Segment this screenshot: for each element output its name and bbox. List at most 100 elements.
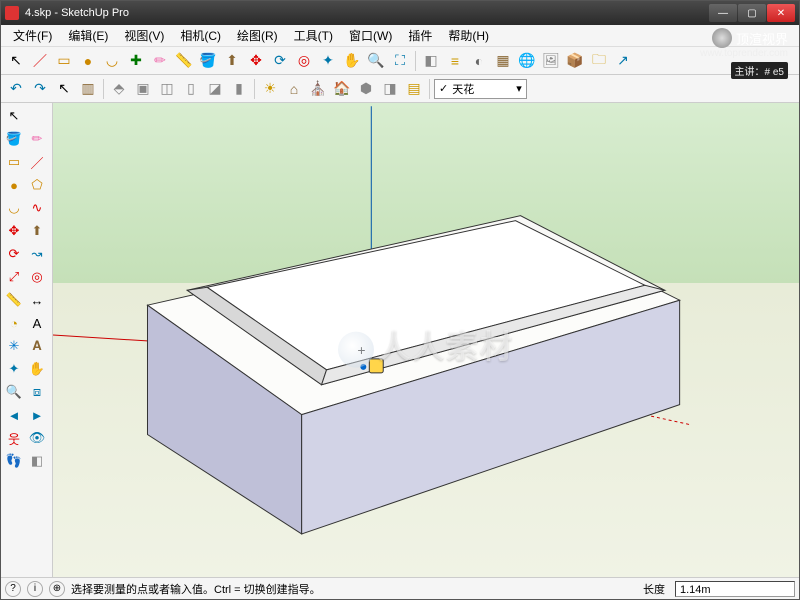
pushpull-icon[interactable]: ⬆ bbox=[221, 50, 243, 72]
sel2-icon[interactable]: ↖ bbox=[53, 78, 75, 100]
style3-icon[interactable]: 🏠 bbox=[331, 78, 353, 100]
style1-icon[interactable]: ⌂ bbox=[283, 78, 305, 100]
orbit-icon[interactable]: ✦ bbox=[3, 358, 25, 380]
axes-icon[interactable]: ✳ bbox=[3, 335, 25, 357]
move-icon[interactable]: ✥ bbox=[245, 50, 267, 72]
statusbar: ? i ⊕ 选择要测量的点或者输入值。Ctrl = 切换创建指导。 长度 1.1… bbox=[1, 577, 799, 599]
paint-icon[interactable]: 🪣 bbox=[3, 128, 25, 150]
style2-icon[interactable]: ⛪ bbox=[307, 78, 329, 100]
menu-item[interactable]: 窗口(W) bbox=[341, 27, 400, 44]
right-icon[interactable]: ▯ bbox=[180, 78, 202, 100]
circle-icon[interactable]: ● bbox=[77, 50, 99, 72]
arc-icon[interactable]: ◡ bbox=[3, 197, 25, 219]
watermark-presenter: 主讲：# e5 bbox=[731, 62, 788, 79]
layer-selector[interactable]: ✓▾ bbox=[434, 79, 527, 99]
eraser-icon[interactable]: ✏ bbox=[149, 50, 171, 72]
menu-item[interactable]: 视图(V) bbox=[116, 27, 172, 44]
rect-icon[interactable]: ▭ bbox=[53, 50, 75, 72]
shadow-icon[interactable]: ◐ bbox=[468, 50, 490, 72]
pan-icon[interactable]: ✋ bbox=[26, 358, 48, 380]
svg-text:+: + bbox=[357, 342, 365, 358]
3dtext-icon[interactable]: 𝐀 bbox=[26, 335, 48, 357]
box-icon[interactable]: 📦 bbox=[564, 50, 586, 72]
titlebar: 4.skp - SketchUp Pro — ▢ ✕ bbox=[1, 1, 799, 25]
zoom-icon[interactable]: 🔍 bbox=[365, 50, 387, 72]
export-icon[interactable]: ↗ bbox=[612, 50, 634, 72]
menu-item[interactable]: 绘图(R) bbox=[229, 27, 286, 44]
menu-item[interactable]: 相机(C) bbox=[172, 27, 229, 44]
measure-value[interactable]: 1.14m bbox=[675, 581, 795, 597]
protractor-icon[interactable]: ◔ bbox=[3, 312, 25, 334]
zoomwin-icon[interactable]: ⧈ bbox=[26, 381, 48, 403]
layer-input[interactable] bbox=[452, 83, 512, 95]
style6-icon[interactable]: ▤ bbox=[403, 78, 425, 100]
close-button[interactable]: ✕ bbox=[767, 4, 795, 22]
earth-icon[interactable]: 🌐 bbox=[516, 50, 538, 72]
redo-icon[interactable]: ↷ bbox=[29, 78, 51, 100]
line-icon[interactable]: ／ bbox=[29, 50, 51, 72]
style5-icon[interactable]: ◨ bbox=[379, 78, 401, 100]
next-icon[interactable]: ► bbox=[26, 404, 48, 426]
orbit-icon[interactable]: ✦ bbox=[317, 50, 339, 72]
menu-item[interactable]: 工具(T) bbox=[286, 27, 341, 44]
offset-icon[interactable]: ◎ bbox=[293, 50, 315, 72]
arc-icon[interactable]: ◡ bbox=[101, 50, 123, 72]
photo-icon[interactable]: 🖼 bbox=[540, 50, 562, 72]
top-icon[interactable]: ▣ bbox=[132, 78, 154, 100]
rotate-icon[interactable]: ⟳ bbox=[269, 50, 291, 72]
person-icon[interactable]: 웃 bbox=[3, 427, 25, 449]
tape-icon[interactable]: 📏 bbox=[3, 289, 25, 311]
menu-item[interactable]: 文件(F) bbox=[5, 27, 60, 44]
menu-item[interactable]: 插件 bbox=[400, 27, 440, 44]
viewport[interactable]: + 人人素材 bbox=[53, 103, 799, 577]
freehand-icon[interactable]: ∿ bbox=[26, 197, 48, 219]
watermark-brand: 顶渲视界 bbox=[712, 28, 788, 48]
menu-item[interactable]: 帮助(H) bbox=[440, 27, 497, 44]
walk-icon[interactable]: 👣 bbox=[3, 450, 25, 472]
pan-icon[interactable]: ✋ bbox=[341, 50, 363, 72]
views-icon[interactable]: ▥ bbox=[77, 78, 99, 100]
rect-icon[interactable]: ▭ bbox=[3, 151, 25, 173]
section-icon[interactable]: ◧ bbox=[26, 450, 48, 472]
style4-icon[interactable]: ⬢ bbox=[355, 78, 377, 100]
component-icon[interactable]: ✚ bbox=[125, 50, 147, 72]
eraser-icon[interactable]: ✏ bbox=[26, 128, 48, 150]
move-icon[interactable]: ✥ bbox=[3, 220, 25, 242]
info-button[interactable]: i bbox=[27, 581, 43, 597]
iso-icon[interactable]: ⬘ bbox=[108, 78, 130, 100]
zoomext-icon[interactable]: ⛶ bbox=[389, 50, 411, 72]
dimension-icon[interactable]: ↔ bbox=[26, 289, 48, 311]
paint-icon[interactable]: 🪣 bbox=[197, 50, 219, 72]
back-icon[interactable]: ◪ bbox=[204, 78, 226, 100]
rotate-icon[interactable]: ⟳ bbox=[3, 243, 25, 265]
help-button[interactable]: ? bbox=[5, 581, 21, 597]
minimize-button[interactable]: — bbox=[709, 4, 737, 22]
maximize-button[interactable]: ▢ bbox=[738, 4, 766, 22]
text-icon[interactable]: A bbox=[26, 312, 48, 334]
menu-item[interactable]: 编辑(E) bbox=[60, 27, 116, 44]
followme-icon[interactable]: ↝ bbox=[26, 243, 48, 265]
look-icon[interactable]: 👁 bbox=[26, 427, 48, 449]
select-icon[interactable]: ↖ bbox=[5, 50, 27, 72]
box2-icon[interactable]: 🗀 bbox=[588, 50, 610, 72]
undo-icon[interactable]: ↶ bbox=[5, 78, 27, 100]
zoom-icon[interactable]: 🔍 bbox=[3, 381, 25, 403]
poly-icon[interactable]: ⬠ bbox=[26, 174, 48, 196]
tape-icon[interactable]: 📏 bbox=[173, 50, 195, 72]
circle-icon[interactable]: ● bbox=[3, 174, 25, 196]
geo-button[interactable]: ⊕ bbox=[49, 581, 65, 597]
front-icon[interactable]: ◫ bbox=[156, 78, 178, 100]
sun-icon[interactable]: ☀ bbox=[259, 78, 281, 100]
line-icon[interactable]: ／ bbox=[26, 151, 48, 173]
pushpull-icon[interactable]: ⬆ bbox=[26, 220, 48, 242]
select-icon[interactable]: ↖ bbox=[3, 105, 25, 127]
scale-icon[interactable]: ⤢ bbox=[3, 266, 25, 288]
left-icon[interactable]: ▮ bbox=[228, 78, 250, 100]
layers-icon[interactable]: ≡ bbox=[444, 50, 466, 72]
prev-icon[interactable]: ◄ bbox=[3, 404, 25, 426]
window-title: 4.skp - SketchUp Pro bbox=[25, 7, 709, 19]
menubar: 文件(F)编辑(E)视图(V)相机(C)绘图(R)工具(T)窗口(W)插件帮助(… bbox=[1, 25, 799, 47]
offset-icon[interactable]: ◎ bbox=[26, 266, 48, 288]
section-icon[interactable]: ◧ bbox=[420, 50, 442, 72]
wire-icon[interactable]: ▦ bbox=[492, 50, 514, 72]
